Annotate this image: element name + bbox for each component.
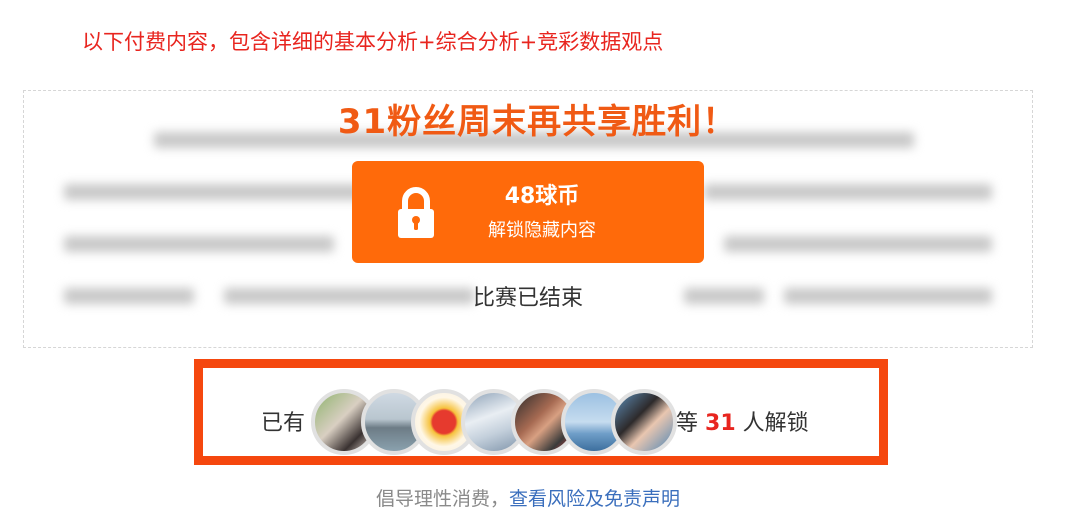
risk-disclaimer-link[interactable]: 查看风险及免责声明 <box>509 488 680 509</box>
avatar-girl-blue[interactable] <box>611 389 677 455</box>
unlockers-prefix: 已有 <box>261 411 306 436</box>
unlock-button[interactable]: 48球币 解锁隐藏内容 <box>352 161 704 263</box>
unlock-label: 解锁隐藏内容 <box>488 220 596 241</box>
unlock-count-after: 人解锁 <box>742 411 809 436</box>
unlock-price: 48球币 <box>504 184 580 209</box>
paid-content-notice: 以下付费内容，包含详细的基本分析+综合分析+竞彩数据观点 <box>82 30 664 54</box>
promo-headline: 31粉丝周末再共享胜利！ <box>337 102 738 142</box>
match-status: 比赛已结束 <box>472 286 583 311</box>
unlock-count: 等 31 人解锁 <box>676 405 809 437</box>
unlockers-panel: 已有 等 31 人解锁 <box>194 359 888 465</box>
unlock-count-before: 等 <box>676 411 699 436</box>
footer-disclaimer: 倡导理性消费，查看风险及免责声明 <box>0 484 1056 509</box>
footer-text: 倡导理性消费， <box>375 488 509 509</box>
unlock-count-number: 31 <box>705 411 736 436</box>
avatar-list <box>311 389 677 455</box>
